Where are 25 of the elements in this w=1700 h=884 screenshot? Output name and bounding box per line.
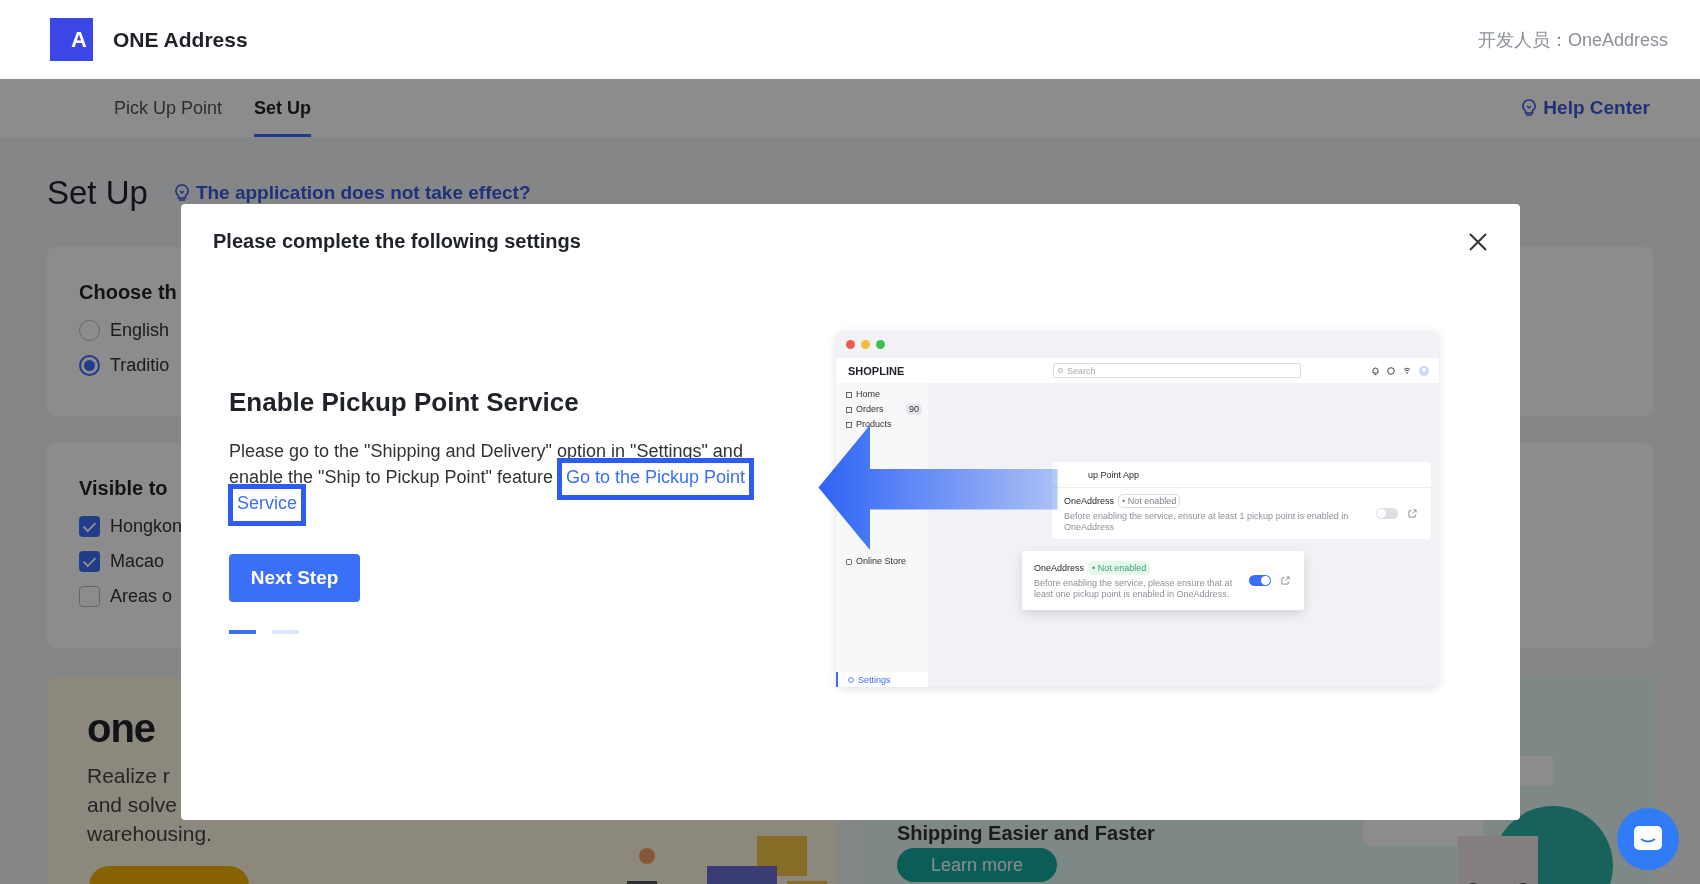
option-label: Areas o [110, 586, 173, 607]
card-title: Choose th [79, 281, 177, 304]
step-description: Please go to the "Shipping and Delivery" option in "Settings" and enable the "Ship to Pickup Point" feature Go to the Pickup Point Service [229, 438, 784, 516]
brand-logo: one [87, 706, 157, 751]
option-label: English [110, 320, 170, 341]
step-heading: Enable Pickup Point Service [229, 387, 580, 418]
preview-settings-item: Settings [836, 672, 928, 687]
preview-brand: SHOPLINE [848, 364, 906, 377]
page-title: Set Up [47, 174, 148, 212]
service-description: Before enabling the service, ensure at least 1 pickup point is enabled in OneAddress [1064, 511, 1350, 533]
app-logo: A [50, 18, 93, 61]
service-name: OneAddress [1034, 563, 1085, 573]
dialog-title: Please complete the following settings [213, 230, 581, 253]
developer-label: 开发人员：OneAddress [1477, 28, 1668, 52]
promo-headline: Shipping Easier and Faster [897, 822, 1155, 845]
status-tag: • Not enabled [1118, 494, 1181, 508]
promo-text: Realize r and solve warehousing. [87, 763, 213, 847]
option-label: Hongkon [110, 516, 183, 537]
app-name: ONE Address [113, 27, 249, 52]
card-title: Visible to [79, 477, 168, 500]
option-label: Traditio [110, 355, 170, 376]
status-tag: • Not enabled [1088, 561, 1151, 575]
option-label: Macao [110, 551, 165, 572]
service-name: OneAddress [1064, 496, 1115, 506]
service-description: Before enabling the service, please ensure that at least one pickup point is enabled in OneAddress. [1034, 578, 1234, 600]
